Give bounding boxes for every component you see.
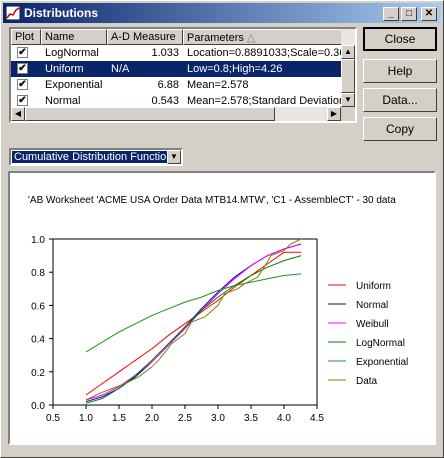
data-button[interactable]: Data... xyxy=(363,88,437,112)
chevron-down-icon[interactable]: ▼ xyxy=(167,150,181,164)
x-tick-label: 4.0 xyxy=(277,413,291,424)
row-ad-measure: N/A xyxy=(111,63,130,75)
series-line-lognormal xyxy=(85,255,302,404)
vertical-scrollbar[interactable]: ▲ ▼ xyxy=(341,29,355,107)
chart-panel: 'AB Worksheet 'ACME USA Order Data MTB14… xyxy=(8,171,436,445)
series-line-uniform xyxy=(85,251,302,396)
y-tick-label: 0.0 xyxy=(31,401,45,412)
app-icon xyxy=(6,6,20,20)
row-name: LogNormal xyxy=(45,47,99,59)
close-window-button[interactable]: ✕ xyxy=(421,7,437,21)
x-tick-label: 2.5 xyxy=(178,413,192,424)
close-button[interactable]: Close xyxy=(363,27,437,51)
column-parameters[interactable]: Parameters △ xyxy=(183,29,355,45)
plot-type-value: Cumulative Distribution Function xyxy=(12,151,175,163)
scroll-right-icon[interactable]: ▶ xyxy=(327,107,341,121)
x-tick-label: 2.0 xyxy=(145,413,159,424)
horizontal-scrollbar[interactable]: ◀ ▶ xyxy=(11,107,341,121)
table-row[interactable]: ✔ Uniform N/A Low=0.8;High=4.26 xyxy=(11,61,341,77)
column-ad-measure[interactable]: A-D Measure xyxy=(107,29,183,45)
y-tick-label: 0.2 xyxy=(31,368,45,379)
legend-label: Weibull xyxy=(356,319,389,330)
help-button[interactable]: Help xyxy=(363,59,437,83)
sort-indicator-icon: △ xyxy=(246,32,256,44)
y-tick-label: 1.0 xyxy=(31,235,45,246)
y-tick-label: 0.4 xyxy=(31,335,45,346)
column-plot[interactable]: Plot xyxy=(11,29,41,45)
series-line-exponential xyxy=(85,273,302,353)
y-tick-label: 0.6 xyxy=(31,301,45,312)
y-tick-label: 0.8 xyxy=(31,268,45,279)
vertical-scroll-thumb[interactable] xyxy=(341,59,355,93)
x-tick-label: 1.0 xyxy=(79,413,93,424)
table-row[interactable]: ✔ LogNormal 1.033 Location=0.8891033;Scale=… xyxy=(11,45,341,61)
legend-label: LogNormal xyxy=(356,338,405,349)
row-parameters: Location=0.8891033;Scale=0.36 xyxy=(187,47,341,59)
row-parameters: Mean=2.578 xyxy=(187,79,249,91)
x-tick-label: 0.5 xyxy=(46,413,60,424)
row-name: Exponential xyxy=(45,79,103,91)
distributions-window: Distributions _ □ ✕ Plot Name A-D Measur… xyxy=(0,0,444,458)
plot-checkbox[interactable]: ✔ xyxy=(17,79,28,90)
row-parameters: Mean=2.578;Standard Deviation xyxy=(187,95,341,107)
legend-label: Normal xyxy=(356,300,388,311)
series-line-normal xyxy=(85,243,302,403)
plot-checkbox[interactable]: ✔ xyxy=(17,95,28,106)
scroll-up-icon[interactable]: ▲ xyxy=(341,45,355,59)
plot-area xyxy=(52,238,318,406)
cdf-chart: 'AB Worksheet 'ACME USA Order Data MTB14… xyxy=(28,195,408,424)
x-tick-label: 4.5 xyxy=(310,413,324,424)
window-title: Distributions xyxy=(24,6,98,20)
plot-checkbox[interactable]: ✔ xyxy=(17,63,28,74)
column-name[interactable]: Name xyxy=(41,29,107,45)
minimize-button[interactable]: _ xyxy=(383,7,399,21)
legend-label: Exponential xyxy=(356,357,408,368)
copy-button[interactable]: Copy xyxy=(363,117,437,141)
row-parameters: Low=0.8;High=4.26 xyxy=(187,63,283,75)
x-tick-label: 1.5 xyxy=(112,413,126,424)
scrollbar-corner xyxy=(341,107,355,121)
table-row[interactable]: ✔ Exponential 6.88 Mean=2.578 xyxy=(11,77,341,93)
legend-label: Uniform xyxy=(356,281,391,292)
list-header: Plot Name A-D Measure Parameters △ xyxy=(11,29,355,45)
maximize-button[interactable]: □ xyxy=(401,7,417,21)
row-ad-measure: 1.033 xyxy=(151,47,179,59)
plot-checkbox[interactable]: ✔ xyxy=(17,47,28,58)
row-ad-measure: 0.543 xyxy=(151,95,179,107)
row-name: Normal xyxy=(45,95,81,107)
x-tick-label: 3.0 xyxy=(211,413,225,424)
plot-type-dropdown[interactable]: Cumulative Distribution Function ▼ xyxy=(9,148,183,166)
horizontal-scroll-thumb[interactable] xyxy=(25,107,275,121)
row-ad-measure: 6.88 xyxy=(157,79,179,91)
chart-title: 'AB Worksheet 'ACME USA Order Data MTB14… xyxy=(28,195,396,206)
series-line-weibull xyxy=(85,243,302,401)
x-tick-label: 3.5 xyxy=(244,413,258,424)
distribution-list[interactable]: Plot Name A-D Measure Parameters △ ✔ LogN… xyxy=(9,27,357,123)
scroll-down-icon[interactable]: ▼ xyxy=(341,93,355,107)
title-bar[interactable]: Distributions _ □ ✕ xyxy=(3,3,441,23)
scroll-left-icon[interactable]: ◀ xyxy=(11,107,25,121)
legend-label: Data xyxy=(356,376,378,387)
row-name: Uniform xyxy=(45,63,84,75)
